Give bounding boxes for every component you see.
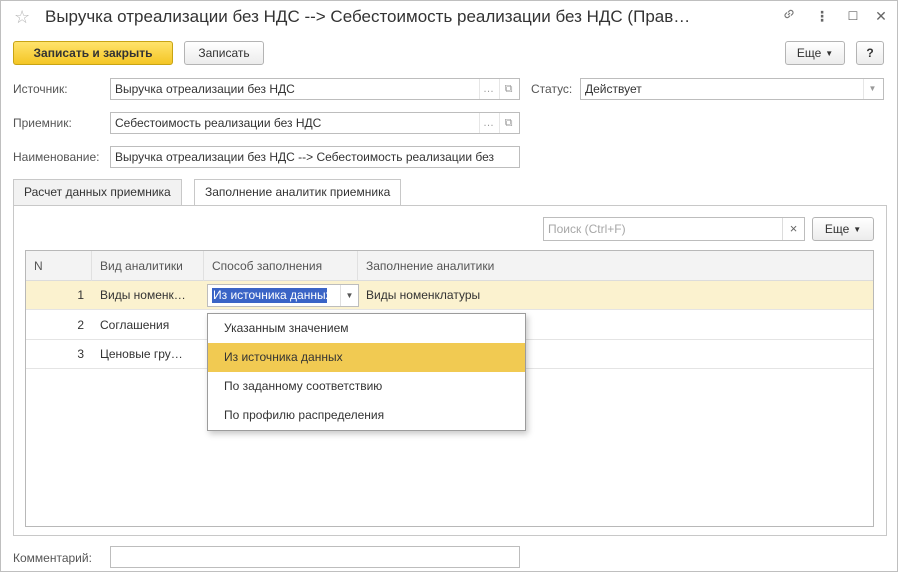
chevron-down-icon: ▼ <box>825 49 834 58</box>
column-header-n[interactable]: N <box>26 251 92 281</box>
more-button[interactable]: Еще ▼ <box>785 41 845 65</box>
row-kind: Ценовые гру… <box>100 347 183 361</box>
table-more-button[interactable]: Еще ▼ <box>812 217 874 241</box>
maximize-icon[interactable]: ☐ <box>844 7 862 25</box>
chevron-down-icon[interactable]: ▼ <box>863 79 881 99</box>
more-actions-icon[interactable]: ⋮ <box>813 7 831 25</box>
row-number: 1 <box>77 288 84 302</box>
status-label: Статус: <box>531 82 573 96</box>
column-header-method[interactable]: Способ заполнения <box>204 251 358 281</box>
column-header-fill[interactable]: Заполнение аналитики <box>358 251 873 281</box>
window-title: Выручка отреализации без НДС --> Себесто… <box>45 7 691 26</box>
status-select[interactable]: Действует ▼ <box>580 78 884 100</box>
help-button[interactable]: ? <box>856 41 884 65</box>
source-field[interactable]: Выручка отреализации без НДС … ⧉ <box>110 78 520 100</box>
source-value: Выручка отреализации без НДС <box>115 82 295 96</box>
select-ellipsis-icon[interactable]: … <box>479 113 497 133</box>
receiver-field[interactable]: Себестоимость реализации без НДС … ⧉ <box>110 112 520 134</box>
status-value: Действует <box>585 82 642 96</box>
clear-search-icon[interactable]: × <box>782 218 804 240</box>
save-and-close-button[interactable]: Записать и закрыть <box>13 41 173 65</box>
more-button-label: Еще <box>796 46 822 60</box>
open-icon[interactable]: ⧉ <box>499 113 517 133</box>
method-select-value: Из источника данных <box>212 288 327 303</box>
method-dropdown-list: Указанным значением Из источника данных … <box>207 313 526 431</box>
row-number: 2 <box>77 318 84 332</box>
dropdown-option-from-source[interactable]: Из источника данных <box>208 343 525 372</box>
tab-receiver-calculation[interactable]: Расчет данных приемника <box>13 179 182 205</box>
chevron-down-icon: ▼ <box>853 225 862 234</box>
table-more-label: Еще <box>824 222 850 236</box>
search-input[interactable]: Поиск (Ctrl+F) × <box>543 217 805 241</box>
row-number: 3 <box>77 347 84 361</box>
source-label: Источник: <box>13 82 68 96</box>
column-header-kind[interactable]: Вид аналитики <box>92 251 204 281</box>
comment-label: Комментарий: <box>13 551 92 565</box>
dropdown-option-by-profile[interactable]: По профилю распределения <box>208 401 525 430</box>
comment-field[interactable] <box>110 546 520 568</box>
row-fill: Виды номенклатуры <box>366 288 481 302</box>
name-label: Наименование: <box>13 150 100 164</box>
name-field[interactable]: Выручка отреализации без НДС --> Себесто… <box>110 146 520 168</box>
method-select[interactable]: Из источника данных ▼ <box>207 284 359 307</box>
document-window: ☆ Выручка отреализации без НДС --> Себес… <box>0 0 898 572</box>
select-ellipsis-icon[interactable]: … <box>479 79 497 99</box>
save-button[interactable]: Записать <box>184 41 264 65</box>
link-icon[interactable] <box>780 7 798 25</box>
receiver-label: Приемник: <box>13 116 72 130</box>
table-header: N Вид аналитики Способ заполнения Заполн… <box>26 251 873 281</box>
open-icon[interactable]: ⧉ <box>499 79 517 99</box>
favorite-star-icon[interactable]: ☆ <box>14 6 30 28</box>
tab-receiver-analytics[interactable]: Заполнение аналитик приемника <box>194 179 402 206</box>
dropdown-option-by-mapping[interactable]: По заданному соответствию <box>208 372 525 401</box>
search-placeholder: Поиск (Ctrl+F) <box>548 222 626 236</box>
chevron-down-icon[interactable]: ▼ <box>340 285 358 306</box>
dropdown-option-specified-value[interactable]: Указанным значением <box>208 314 525 343</box>
row-kind: Соглашения <box>100 318 170 332</box>
table-row[interactable]: 1 Виды номенк… Из источника данных ▼ Вид… <box>26 281 873 310</box>
row-kind: Виды номенк… <box>100 288 186 302</box>
close-icon[interactable]: ✕ <box>872 7 890 25</box>
receiver-value: Себестоимость реализации без НДС <box>115 116 322 130</box>
